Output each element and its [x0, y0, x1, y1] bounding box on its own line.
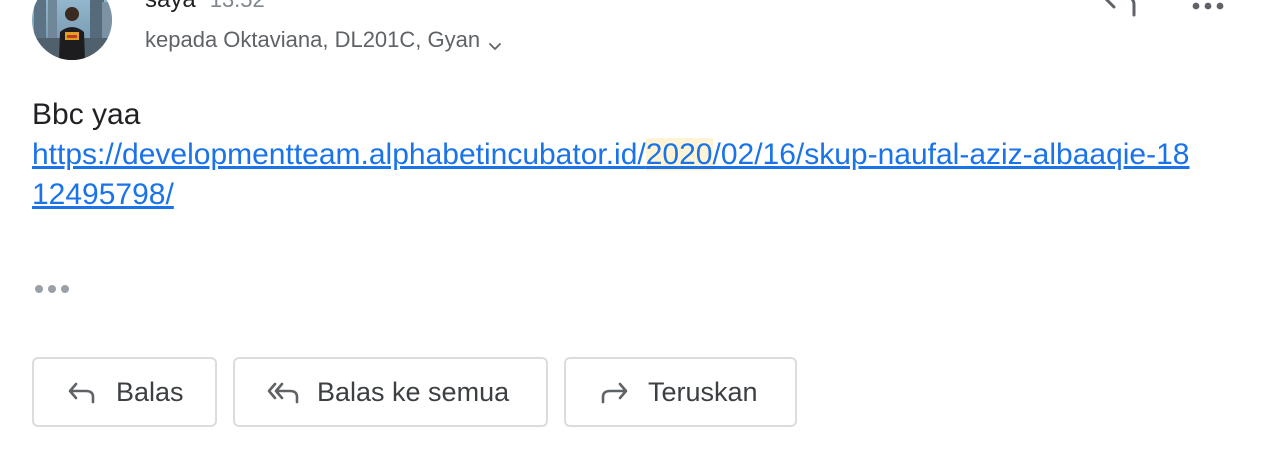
- link-part-start: https://developmentteam.alphabetincubato…: [32, 138, 646, 171]
- chevron-down-icon: [488, 33, 502, 50]
- reply-button[interactable]: Balas: [32, 357, 217, 427]
- sender-line: saya 13.52: [145, 0, 265, 14]
- reply-button-label: Balas: [116, 376, 184, 407]
- avatar[interactable]: [32, 0, 112, 60]
- reply-icon: [66, 380, 100, 404]
- more-options-icon[interactable]: [1186, 0, 1230, 20]
- show-trimmed-content-button[interactable]: [30, 278, 74, 300]
- dot: [35, 285, 43, 293]
- reply-icon[interactable]: [1098, 0, 1142, 20]
- avatar-photo: [32, 0, 112, 60]
- reply-all-icon: [267, 380, 301, 404]
- recipients-text: kepada Oktaviana, DL201C, Gyan: [145, 27, 481, 52]
- message-time: 13.52: [210, 0, 265, 12]
- forward-icon: [598, 380, 632, 404]
- forward-button[interactable]: Teruskan: [564, 357, 797, 427]
- message-link[interactable]: https://developmentteam.alphabetincubato…: [32, 138, 1189, 211]
- message-text: Bbc yaa: [32, 98, 141, 131]
- forward-button-label: Teruskan: [648, 376, 758, 407]
- sender-name: saya: [145, 0, 196, 13]
- reply-all-button[interactable]: Balas ke semua: [233, 357, 548, 427]
- message-body: Bbc yaa https://developmentteam.alphabet…: [32, 95, 1192, 215]
- recipients-toggle[interactable]: kepada Oktaviana, DL201C, Gyan: [145, 27, 502, 53]
- link-part-highlight: 2020: [645, 138, 713, 171]
- reply-all-button-label: Balas ke semua: [317, 376, 510, 407]
- dot: [48, 285, 56, 293]
- dot: [61, 285, 69, 293]
